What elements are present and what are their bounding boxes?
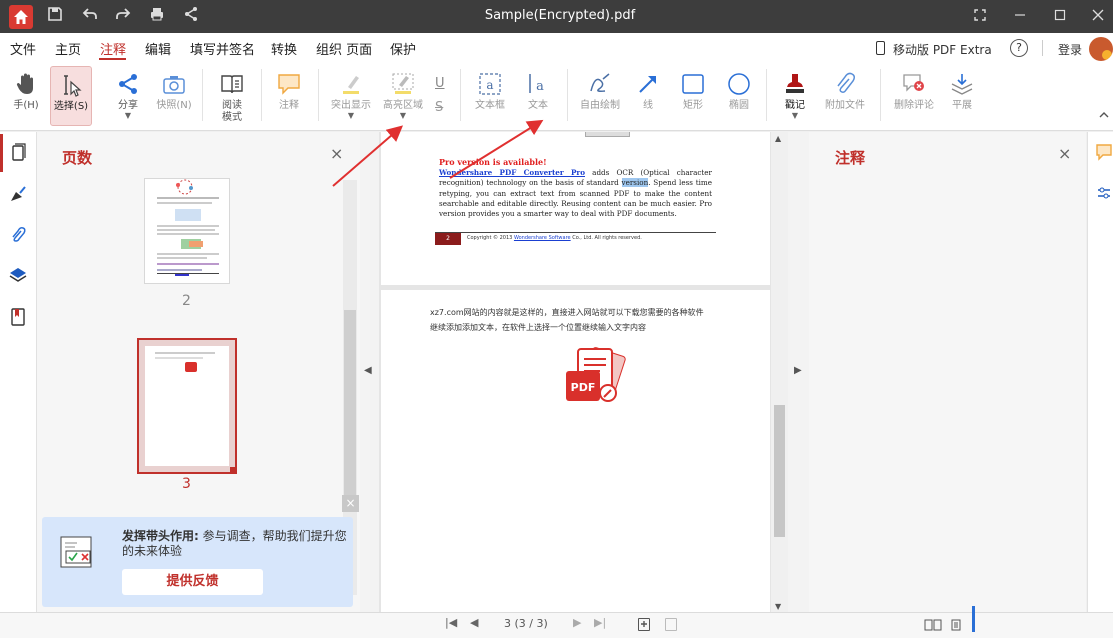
filter-sliders-icon[interactable] bbox=[1096, 185, 1112, 201]
zoom-indicator[interactable] bbox=[972, 606, 975, 632]
status-bar bbox=[0, 612, 1113, 638]
annotations-panel-title: 注释 bbox=[835, 149, 866, 167]
annotations-panel-close-button[interactable]: × bbox=[1058, 144, 1071, 163]
first-page-button[interactable]: |◀ bbox=[445, 616, 457, 629]
last-page-button[interactable]: ▶| bbox=[594, 616, 606, 629]
right-sidebar bbox=[1087, 132, 1113, 612]
comment-panel-icon[interactable] bbox=[1095, 143, 1113, 161]
insert-page-icon[interactable] bbox=[638, 618, 650, 631]
next-page-button[interactable]: ▶ bbox=[573, 616, 581, 629]
annotation-arrow bbox=[332, 125, 404, 187]
page-counter[interactable]: 3 (3 / 3) bbox=[504, 617, 548, 630]
single-page-view-icon[interactable] bbox=[950, 619, 962, 631]
annotations-panel bbox=[809, 132, 1086, 612]
previous-page-button[interactable]: ◀ bbox=[470, 616, 478, 629]
annotation-arrow bbox=[449, 119, 544, 179]
extract-page-icon[interactable] bbox=[665, 618, 677, 631]
two-page-view-icon[interactable] bbox=[924, 619, 942, 631]
